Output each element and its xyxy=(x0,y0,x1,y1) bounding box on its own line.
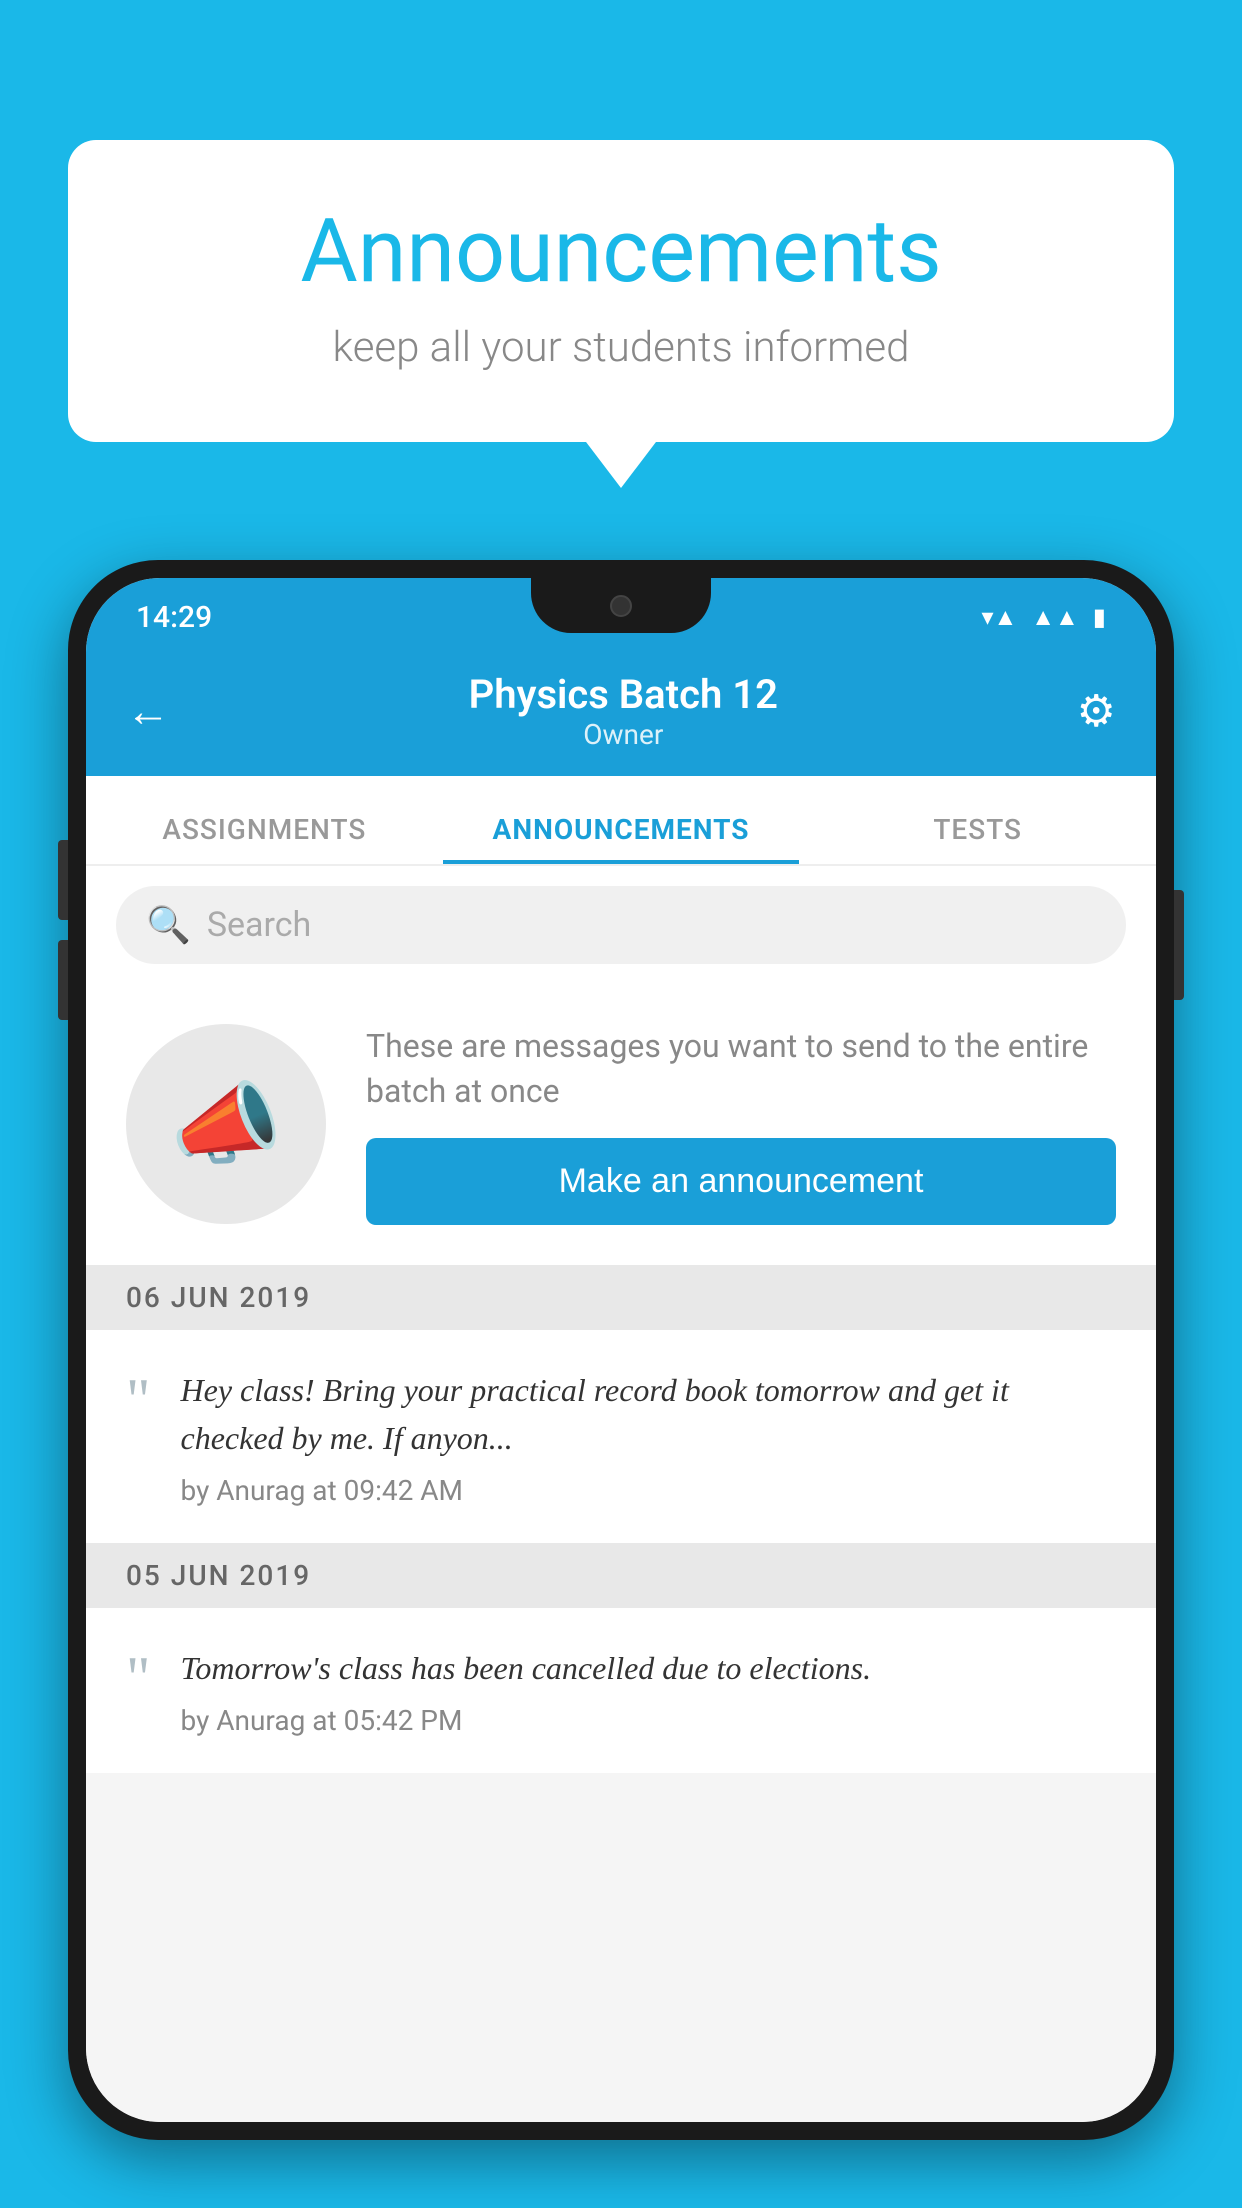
phone-notch xyxy=(531,578,711,633)
battery-icon: ▮ xyxy=(1093,603,1106,631)
tab-announcements[interactable]: ANNOUNCEMENTS xyxy=(443,813,800,864)
megaphone-icon: 📣 xyxy=(170,1072,282,1177)
wifi-icon: ▾▲ xyxy=(981,603,1017,632)
megaphone-icon-circle: 📣 xyxy=(126,1024,326,1224)
message-meta-1: by Anurag at 09:42 AM xyxy=(181,1474,1117,1507)
message-item-1[interactable]: " Hey class! Bring your practical record… xyxy=(86,1330,1156,1543)
signal-icon: ▲▲ xyxy=(1031,603,1079,632)
announcement-description: These are messages you want to send to t… xyxy=(366,1024,1116,1114)
announcement-right: These are messages you want to send to t… xyxy=(366,1024,1116,1225)
search-icon: 🔍 xyxy=(146,904,191,946)
app-bar-title: Physics Batch 12 xyxy=(469,671,778,718)
message-item-2[interactable]: " Tomorrow's class has been cancelled du… xyxy=(86,1608,1156,1773)
message-text-1: Hey class! Bring your practical record b… xyxy=(181,1366,1117,1462)
tabs-bar: ASSIGNMENTS ANNOUNCEMENTS TESTS xyxy=(86,776,1156,866)
message-content-2: Tomorrow's class has been cancelled due … xyxy=(181,1644,1117,1737)
phone-button-volume-up xyxy=(58,840,68,920)
phone-button-volume-down xyxy=(58,940,68,1020)
speech-bubble: Announcements keep all your students inf… xyxy=(68,140,1174,442)
make-announcement-button[interactable]: Make an announcement xyxy=(366,1138,1116,1225)
message-meta-2: by Anurag at 05:42 PM xyxy=(181,1704,1117,1737)
settings-icon[interactable]: ⚙ xyxy=(1077,685,1116,737)
announcement-intro-card: 📣 These are messages you want to send to… xyxy=(86,984,1156,1265)
tab-assignments[interactable]: ASSIGNMENTS xyxy=(86,813,443,864)
search-input[interactable]: Search xyxy=(207,905,311,945)
back-button[interactable]: ← xyxy=(126,685,170,737)
phone-container: 14:29 ▾▲ ▲▲ ▮ ← Physics Batch 12 Owner ⚙ xyxy=(68,560,1174,2208)
bubble-subtitle: keep all your students informed xyxy=(148,323,1094,372)
screen-content: 🔍 Search 📣 These are messages you want t… xyxy=(86,866,1156,2122)
bubble-title: Announcements xyxy=(148,200,1094,303)
quote-icon-1: " xyxy=(126,1370,151,1430)
app-bar-subtitle: Owner xyxy=(469,718,778,751)
quote-icon-2: " xyxy=(126,1648,151,1708)
message-text-2: Tomorrow's class has been cancelled due … xyxy=(181,1644,1117,1692)
search-bar[interactable]: 🔍 Search xyxy=(116,886,1126,964)
status-icons: ▾▲ ▲▲ ▮ xyxy=(981,603,1106,632)
phone-screen: 14:29 ▾▲ ▲▲ ▮ ← Physics Batch 12 Owner ⚙ xyxy=(86,578,1156,2122)
tab-tests[interactable]: TESTS xyxy=(799,813,1156,864)
search-container: 🔍 Search xyxy=(86,866,1156,984)
message-content-1: Hey class! Bring your practical record b… xyxy=(181,1366,1117,1507)
app-bar-title-group: Physics Batch 12 Owner xyxy=(469,671,778,751)
date-separator-1: 06 JUN 2019 xyxy=(86,1265,1156,1330)
speech-bubble-container: Announcements keep all your students inf… xyxy=(68,140,1174,442)
phone-camera xyxy=(610,595,632,617)
app-bar: ← Physics Batch 12 Owner ⚙ xyxy=(86,646,1156,776)
date-separator-2: 05 JUN 2019 xyxy=(86,1543,1156,1608)
status-time: 14:29 xyxy=(136,600,212,635)
phone-button-power xyxy=(1174,890,1184,1000)
phone-outer: 14:29 ▾▲ ▲▲ ▮ ← Physics Batch 12 Owner ⚙ xyxy=(68,560,1174,2140)
